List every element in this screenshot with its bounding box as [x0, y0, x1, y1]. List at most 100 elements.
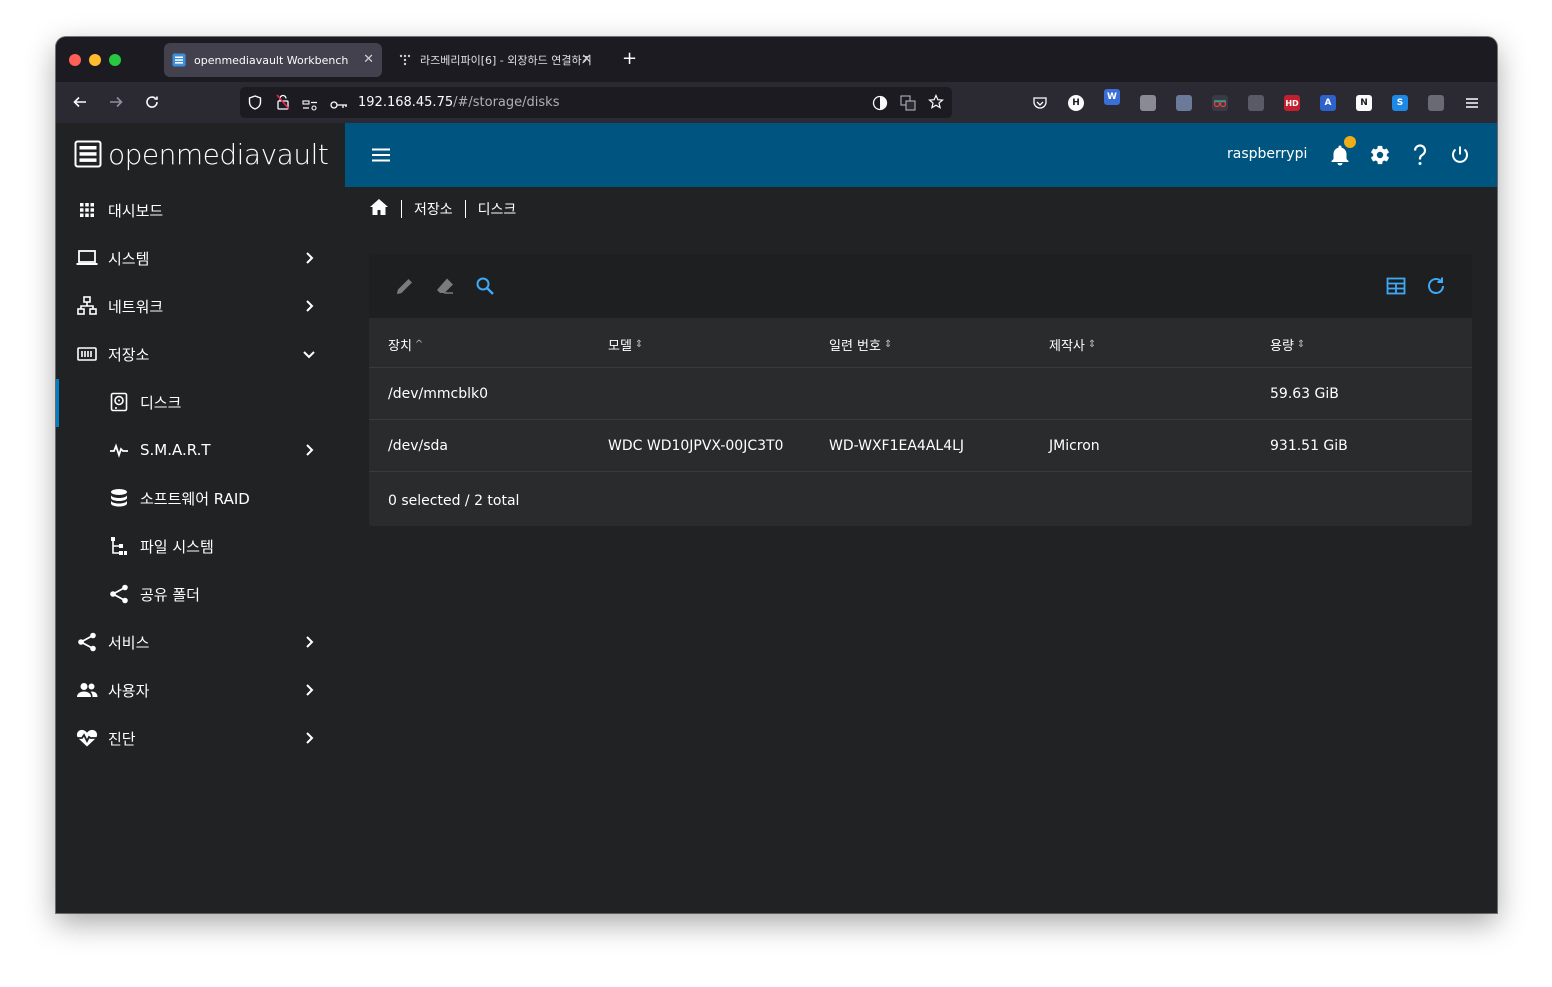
hd-extension-icon[interactable]: HD — [1284, 95, 1300, 111]
sidebar-item-storage[interactable]: 저장소 — [56, 330, 345, 378]
settings-gear-icon[interactable] — [1368, 143, 1392, 167]
screenshot-extension-icon[interactable] — [1176, 95, 1192, 111]
sidebar-item-disks[interactable]: 디스크 — [56, 378, 345, 426]
power-icon[interactable] — [1448, 143, 1472, 167]
share-icon — [76, 631, 98, 653]
app-logo-text: openmediavault — [108, 137, 329, 171]
h-extension-icon[interactable]: H — [1068, 95, 1084, 111]
sort-icon: ⇕ — [883, 339, 893, 350]
breadcrumb: 저장소 디스크 — [369, 197, 516, 221]
minimize-window-button[interactable] — [89, 54, 101, 66]
column-label: 장치 — [388, 339, 412, 354]
close-tab-icon[interactable]: ✕ — [363, 52, 374, 67]
refresh-icon[interactable] — [1424, 274, 1448, 298]
url-bar[interactable]: 192.168.45.75/#/storage/disks — [240, 87, 952, 118]
sidebar-item-users[interactable]: 사용자 — [56, 666, 345, 714]
sidebar-item-label: S.M.A.R.T — [140, 441, 211, 459]
forward-icon[interactable] — [104, 90, 128, 114]
spy-extension-icon[interactable] — [1212, 95, 1228, 111]
sidebar-item-smart[interactable]: S.M.A.R.T — [56, 426, 345, 474]
cell-serial: WD-WXF1EA4AL4LJ — [829, 438, 965, 454]
sidebar-item-label: 대시보드 — [108, 201, 164, 220]
sidebar-item-label: 디스크 — [140, 393, 182, 412]
laptop-icon — [76, 247, 98, 269]
share-icon — [108, 583, 130, 605]
disk-icon — [108, 391, 130, 413]
sidebar-item-services[interactable]: 서비스 — [56, 618, 345, 666]
eraser-icon[interactable] — [433, 274, 457, 298]
file-tree-icon — [108, 535, 130, 557]
help-icon[interactable] — [1408, 143, 1432, 167]
maximize-window-button[interactable] — [109, 54, 121, 66]
sidebar-item-dashboard[interactable]: 대시보드 — [56, 186, 345, 234]
sidebar-item-diagnostics[interactable]: 진단 — [56, 714, 345, 762]
column-header-model[interactable]: 모델 ⇕ — [608, 335, 643, 354]
edit-pencil-icon[interactable] — [393, 274, 417, 298]
tab-openmediavault[interactable]: openmediavault Workbench ✕ — [164, 43, 382, 77]
search-icon[interactable] — [473, 274, 497, 298]
tab-bar: openmediavault Workbench ✕ 라즈베리파이[6] - 외… — [56, 37, 1497, 82]
breadcrumb-storage[interactable]: 저장소 — [414, 199, 453, 219]
table-footer-count: 0 selected / 2 total — [388, 493, 520, 509]
cell-model: WDC WD10JPVX-00JC3T0 — [608, 438, 784, 454]
sidebar-item-system[interactable]: 시스템 — [56, 234, 345, 282]
doc-extension-icon[interactable] — [1248, 95, 1264, 111]
chevron-right-icon — [306, 636, 314, 648]
shield-extension-icon[interactable] — [1140, 95, 1156, 111]
new-tab-button[interactable]: + — [622, 48, 637, 69]
close-window-button[interactable] — [69, 54, 81, 66]
sidebar-item-shared-folders[interactable]: 공유 폴더 — [56, 570, 345, 618]
translate-icon[interactable] — [900, 95, 916, 115]
sidebar-item-label: 네트워크 — [108, 297, 164, 316]
column-layout-icon[interactable] — [1384, 274, 1408, 298]
heart-pulse-icon — [76, 727, 98, 749]
sidebar-item-label: 시스템 — [108, 249, 150, 268]
app-logo[interactable]: openmediavault — [74, 136, 329, 172]
translate-extension-icon[interactable]: A — [1320, 95, 1336, 111]
breadcrumb-disks: 디스크 — [477, 202, 517, 218]
s-extension-icon[interactable]: S — [1392, 95, 1408, 111]
sidebar-item-network[interactable]: 네트워크 — [56, 282, 345, 330]
url-text[interactable]: 192.168.45.75/#/storage/disks — [358, 95, 559, 110]
column-header-capacity[interactable]: 용량 ⇕ — [1270, 335, 1305, 354]
cell-device: /dev/mmcblk0 — [388, 386, 488, 402]
close-tab-icon[interactable]: ✕ — [581, 52, 592, 67]
menu-icon[interactable] — [1464, 95, 1480, 111]
back-icon[interactable] — [68, 90, 92, 114]
grid-icon — [76, 199, 98, 221]
wz-extension-icon[interactable]: W — [1104, 89, 1120, 105]
reload-icon[interactable] — [140, 90, 164, 114]
username-label[interactable]: raspberrypi — [1227, 146, 1307, 162]
column-header-vendor[interactable]: 제작사 ⇕ — [1049, 335, 1096, 354]
badge-extension-icon[interactable] — [1428, 95, 1444, 111]
bookmark-star-icon[interactable] — [928, 94, 944, 114]
permissions-icon[interactable] — [302, 96, 318, 115]
sidebar-item-filesystems[interactable]: 파일 시스템 — [56, 522, 345, 570]
key-icon[interactable] — [330, 96, 348, 115]
breadcrumb-separator — [401, 200, 402, 218]
sidebar-item-raid[interactable]: 소프트웨어 RAID — [56, 474, 345, 522]
sidebar-item-label: 진단 — [108, 729, 136, 748]
hamburger-menu-icon[interactable] — [371, 145, 391, 165]
column-header-device[interactable]: 장치 ^ — [388, 335, 423, 354]
reader-mode-icon[interactable] — [872, 95, 888, 115]
column-label: 일련 번호 — [829, 339, 881, 354]
cell-device: /dev/sda — [388, 438, 448, 454]
sidebar-item-label: 소프트웨어 RAID — [140, 489, 250, 508]
shield-icon[interactable] — [248, 95, 262, 114]
table-row[interactable]: /dev/mmcblk0 59.63 GiB — [369, 368, 1472, 420]
tab-title: 라즈베리파이[6] - 외장하드 연결하기 — [420, 54, 592, 67]
chevron-right-icon — [306, 300, 314, 312]
home-icon[interactable] — [369, 198, 389, 220]
sidebar-item-label: 사용자 — [108, 681, 150, 700]
table-toolbar — [369, 254, 1472, 318]
tab-blog[interactable]: 라즈베리파이[6] - 외장하드 연결하기 ✕ — [390, 43, 600, 77]
tab-title: openmediavault Workbench — [194, 53, 349, 67]
pocket-icon[interactable] — [1032, 95, 1048, 111]
column-header-serial[interactable]: 일련 번호 ⇕ — [829, 335, 892, 354]
notion-extension-icon[interactable]: N — [1356, 95, 1372, 111]
insecure-lock-icon[interactable] — [276, 94, 290, 114]
omv-logo-icon — [74, 140, 102, 168]
table-row[interactable]: /dev/sda WDC WD10JPVX-00JC3T0 WD-WXF1EA4… — [369, 420, 1472, 472]
cell-capacity: 59.63 GiB — [1270, 386, 1339, 402]
